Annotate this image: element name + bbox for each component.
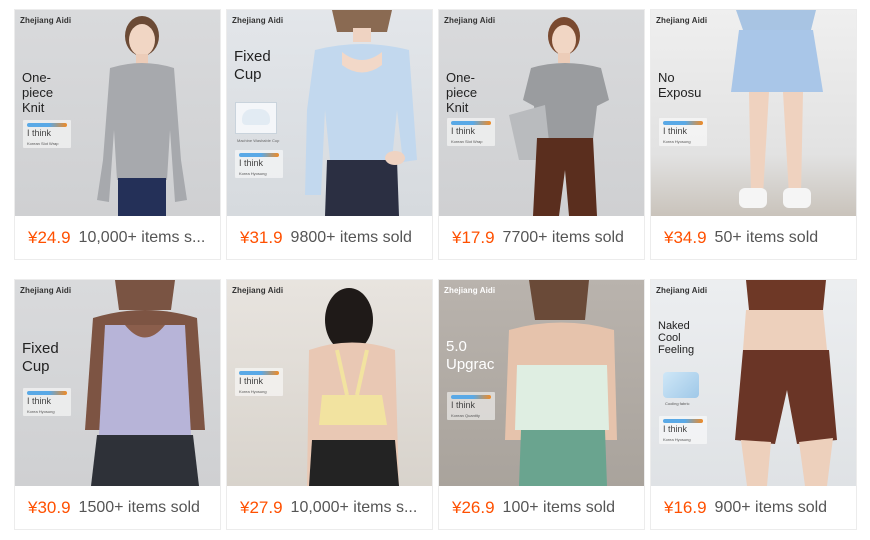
product-image[interactable]: Zhejiang Aidi 5.0 Upgrac I think Korean … — [439, 280, 644, 486]
price: ¥31.9 — [240, 227, 283, 247]
product-grid: Zhejiang Aidi One-piece Knit I think Kor… — [14, 9, 857, 530]
product-card[interactable]: Zhejiang Aidi Naked Cool Feeling Cooling… — [650, 279, 857, 530]
product-image[interactable]: Zhejiang Aidi One-piece Knit I think Kor… — [439, 10, 644, 216]
logo-subtext: Korea Hyosung — [239, 171, 267, 176]
brand-label: Zhejiang Aidi — [444, 286, 496, 295]
cooling-caption: Cooling fabric — [665, 401, 690, 406]
logo-subtext: Korean Quantity — [451, 413, 480, 418]
product-image[interactable]: Zhejiang Aidi Naked Cool Feeling Cooling… — [651, 280, 856, 486]
price: ¥27.9 — [240, 497, 283, 517]
sales-count: 1500+ items sold — [78, 498, 200, 516]
sales-count: 9800+ items sold — [290, 228, 412, 246]
sales-count: 7700+ items sold — [502, 228, 624, 246]
price: ¥30.9 — [28, 497, 71, 517]
logo-text: I think — [239, 376, 264, 386]
fabric-caption: Machine Washable Cup — [237, 138, 280, 143]
logo-subtext: Korea Hyosung — [663, 139, 691, 144]
price-row: ¥26.9 100+ items sold — [439, 486, 644, 529]
brand-logo: I think Korean Quantity — [447, 392, 495, 420]
logo-swoosh-icon — [663, 419, 703, 423]
price-row: ¥27.9 10,000+ items s... — [227, 486, 432, 529]
brand-logo: I think Korea Hyosung — [23, 388, 71, 416]
brand-logo: I think Korean Slot Wrap — [23, 120, 71, 148]
sales-count: 900+ items sold — [714, 498, 828, 516]
promo-headline: No Exposu — [658, 70, 702, 100]
price-row: ¥16.9 900+ items sold — [651, 486, 856, 529]
product-image[interactable]: Zhejiang Aidi No Exposu I think Korea Hy… — [651, 10, 856, 216]
price-row: ¥34.9 50+ items sold — [651, 216, 856, 259]
sales-count: 10,000+ items s... — [290, 498, 418, 516]
product-card[interactable]: Zhejiang Aidi One-piece Knit I think Kor… — [438, 9, 645, 260]
price: ¥24.9 — [28, 227, 71, 247]
brand-label: Zhejiang Aidi — [20, 286, 72, 295]
brand-label: Zhejiang Aidi — [656, 16, 708, 25]
product-photo — [85, 280, 205, 486]
product-image[interactable]: Zhejiang Aidi I think Korea Hyosung — [227, 280, 432, 486]
product-image[interactable]: Zhejiang Aidi Fixed Cup Machine Washable… — [227, 10, 432, 216]
logo-text: I think — [239, 158, 264, 168]
sales-count: 50+ items sold — [714, 228, 819, 246]
price: ¥17.9 — [452, 227, 495, 247]
logo-subtext: Korean Slot Wrap — [451, 139, 483, 144]
brand-logo: I think Korea Hyosung — [235, 150, 283, 178]
logo-text: I think — [27, 128, 52, 138]
brand-label: Zhejiang Aidi — [444, 16, 496, 25]
logo-subtext: Korean Slot Wrap — [27, 141, 59, 146]
logo-subtext: Korea Hyosung — [239, 389, 267, 394]
promo-headline: Fixed Cup — [22, 340, 59, 375]
product-card[interactable]: Zhejiang Aidi No Exposu I think Korea Hy… — [650, 9, 857, 260]
logo-swoosh-icon — [27, 123, 67, 127]
logo-subtext: Korea Hyosung — [663, 437, 691, 442]
logo-swoosh-icon — [239, 153, 279, 157]
logo-text: I think — [451, 126, 476, 136]
promo-headline: Naked Cool Feeling — [658, 320, 695, 356]
logo-swoosh-icon — [663, 121, 703, 125]
product-image[interactable]: Zhejiang Aidi Fixed Cup I think Korea Hy… — [15, 280, 220, 486]
product-image[interactable]: Zhejiang Aidi One-piece Knit I think Kor… — [15, 10, 220, 216]
logo-subtext: Korea Hyosung — [27, 409, 55, 414]
sales-count: 10,000+ items s... — [78, 228, 206, 246]
brand-logo: I think Korea Hyosung — [235, 368, 283, 396]
brand-label: Zhejiang Aidi — [232, 16, 284, 25]
brand-label: Zhejiang Aidi — [20, 16, 72, 25]
brand-label: Zhejiang Aidi — [656, 286, 708, 295]
logo-swoosh-icon — [239, 371, 279, 375]
price: ¥34.9 — [664, 227, 707, 247]
brand-logo: I think Korea Hyosung — [659, 416, 707, 444]
product-photo — [731, 10, 823, 208]
product-card[interactable]: Zhejiang Aidi I think Korea Hyosung ¥27.… — [226, 279, 433, 530]
logo-text: I think — [451, 400, 476, 410]
logo-swoosh-icon — [27, 391, 67, 395]
product-card[interactable]: Zhejiang Aidi Fixed Cup I think Korea Hy… — [14, 279, 221, 530]
promo-headline: One-piece Knit — [446, 70, 478, 115]
brand-label: Zhejiang Aidi — [232, 286, 284, 295]
logo-text: I think — [663, 424, 688, 434]
product-card[interactable]: Zhejiang Aidi Fixed Cup Machine Washable… — [226, 9, 433, 260]
brand-logo: I think Korean Slot Wrap — [447, 118, 495, 146]
product-photo — [505, 280, 617, 486]
promo-headline: 5.0 Upgrac — [446, 338, 495, 373]
cup-detail-image — [235, 102, 277, 134]
sales-count: 100+ items sold — [502, 498, 616, 516]
product-card[interactable]: Zhejiang Aidi One-piece Knit I think Kor… — [14, 9, 221, 260]
price: ¥26.9 — [452, 497, 495, 517]
price-row: ¥24.9 10,000+ items s... — [15, 216, 220, 259]
cooling-fabric-icon — [663, 372, 699, 398]
logo-swoosh-icon — [451, 395, 491, 399]
price-row: ¥31.9 9800+ items sold — [227, 216, 432, 259]
brand-logo: I think Korea Hyosung — [659, 118, 707, 146]
logo-text: I think — [663, 126, 688, 136]
price-row: ¥30.9 1500+ items sold — [15, 486, 220, 529]
promo-headline: One-piece Knit — [22, 70, 54, 115]
logo-swoosh-icon — [451, 121, 491, 125]
product-card[interactable]: Zhejiang Aidi 5.0 Upgrac I think Korean … — [438, 279, 645, 530]
price: ¥16.9 — [664, 497, 707, 517]
promo-headline: Fixed Cup — [234, 48, 271, 83]
price-row: ¥17.9 7700+ items sold — [439, 216, 644, 259]
logo-text: I think — [27, 396, 52, 406]
